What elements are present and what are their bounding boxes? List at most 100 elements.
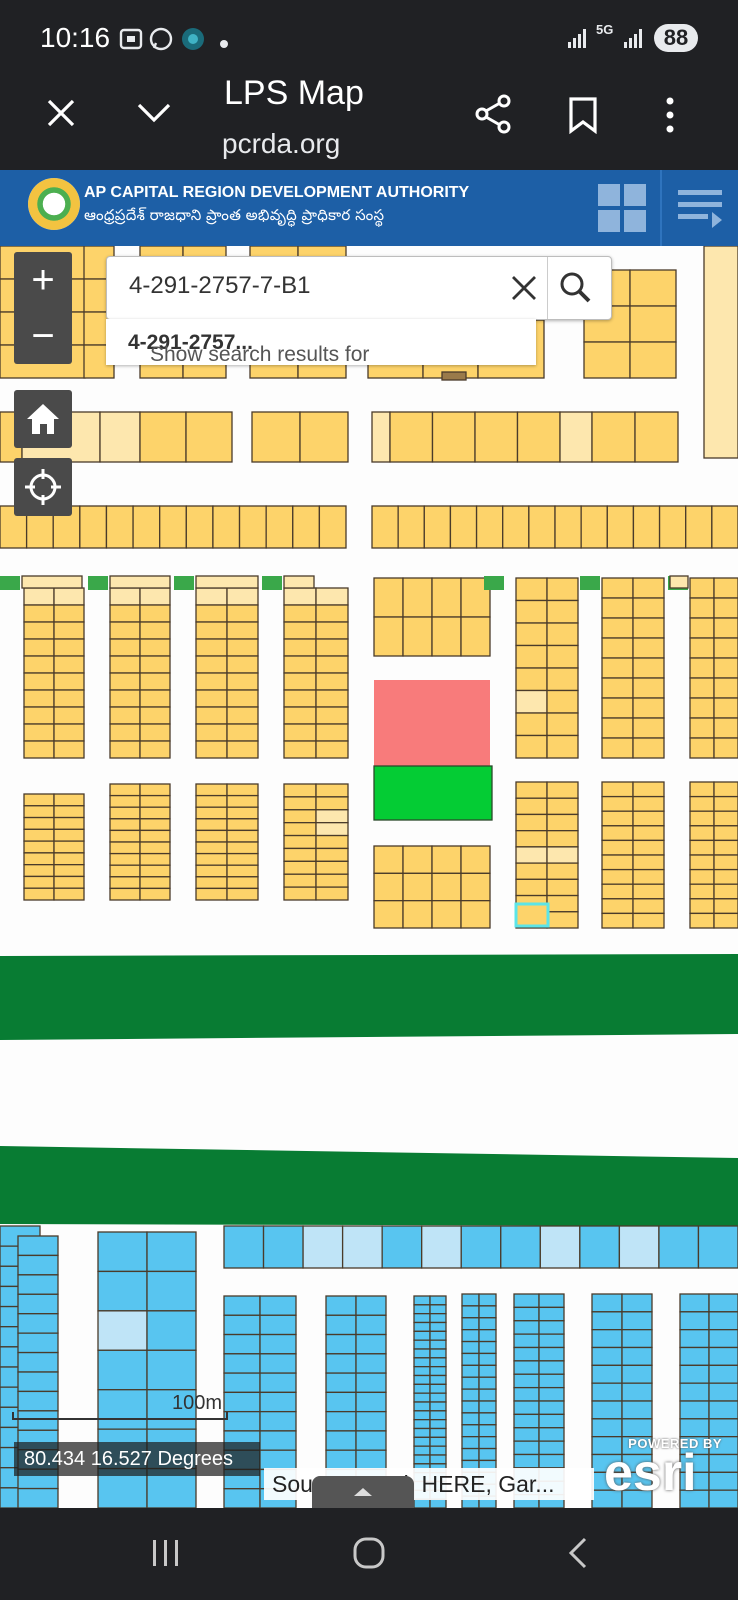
land-parcel[interactable]	[538, 1293, 565, 1309]
land-parcel[interactable]	[713, 637, 738, 659]
land-parcel[interactable]	[546, 577, 579, 602]
land-parcel[interactable]	[226, 794, 259, 808]
land-parcel[interactable]	[689, 597, 715, 619]
land-parcel[interactable]	[601, 737, 634, 759]
more-vert-icon[interactable]	[664, 96, 676, 139]
land-parcel[interactable]	[109, 829, 141, 843]
locate-button[interactable]	[14, 458, 72, 516]
land-parcel[interactable]	[251, 411, 301, 463]
land-parcel[interactable]	[23, 864, 55, 878]
land-parcel[interactable]	[461, 1352, 480, 1366]
land-parcel[interactable]	[513, 1386, 540, 1402]
land-parcel[interactable]	[538, 1440, 565, 1456]
land-parcel[interactable]	[23, 723, 55, 742]
land-parcel[interactable]	[109, 864, 141, 878]
land-parcel[interactable]	[223, 1295, 261, 1316]
land-parcel[interactable]	[429, 1383, 447, 1394]
land-parcel[interactable]	[259, 1314, 297, 1336]
land-parcel[interactable]	[355, 1430, 387, 1451]
land-parcel[interactable]	[591, 1382, 623, 1402]
land-parcel[interactable]	[283, 873, 317, 888]
land-parcel[interactable]	[223, 1372, 261, 1394]
land-parcel[interactable]	[371, 411, 391, 463]
land-parcel[interactable]	[679, 1329, 710, 1349]
land-parcel[interactable]	[513, 1400, 540, 1416]
land-parcel[interactable]	[591, 1311, 623, 1331]
land-parcel[interactable]	[292, 505, 321, 549]
land-parcel[interactable]	[17, 1371, 59, 1393]
attribution-toggle[interactable]	[312, 1476, 414, 1508]
land-parcel[interactable]	[601, 795, 634, 812]
land-parcel[interactable]	[238, 505, 267, 549]
land-parcel[interactable]	[515, 813, 548, 832]
land-parcel[interactable]	[413, 1357, 431, 1368]
land-parcel[interactable]	[283, 834, 317, 850]
land-parcel[interactable]	[513, 1373, 540, 1389]
land-parcel[interactable]	[461, 1340, 480, 1355]
land-parcel[interactable]	[658, 505, 687, 549]
land-parcel[interactable]	[373, 900, 404, 929]
land-parcel[interactable]	[402, 616, 433, 657]
land-parcel[interactable]	[461, 1305, 480, 1319]
land-parcel[interactable]	[299, 411, 349, 463]
land-parcel[interactable]	[402, 900, 433, 929]
land-parcel[interactable]	[413, 1392, 431, 1403]
land-parcel[interactable]	[713, 597, 738, 619]
land-parcel[interactable]	[413, 1366, 431, 1377]
land-parcel[interactable]	[708, 1293, 738, 1313]
land-parcel[interactable]	[460, 1225, 502, 1269]
land-parcel[interactable]	[355, 1391, 387, 1413]
land-parcel[interactable]	[109, 723, 141, 742]
land-parcel[interactable]	[516, 411, 561, 463]
land-parcel[interactable]	[139, 689, 171, 708]
land-parcel[interactable]	[325, 1333, 357, 1355]
land-parcel[interactable]	[539, 1225, 581, 1269]
land-parcel[interactable]	[634, 411, 679, 463]
land-parcel[interactable]	[546, 862, 579, 880]
land-parcel[interactable]	[315, 886, 349, 901]
land-parcel[interactable]	[315, 723, 349, 742]
land-parcel[interactable]	[591, 1418, 623, 1438]
land-parcel[interactable]	[23, 875, 55, 889]
land-parcel[interactable]	[513, 1306, 540, 1322]
land-parcel[interactable]	[515, 689, 548, 714]
land-parcel[interactable]	[713, 657, 738, 679]
land-parcel[interactable]	[105, 505, 134, 549]
land-parcel[interactable]	[632, 637, 665, 659]
land-parcel[interactable]	[17, 1332, 59, 1354]
land-parcel[interactable]	[109, 575, 171, 589]
land-parcel[interactable]	[109, 638, 141, 657]
land-parcel[interactable]	[601, 810, 634, 827]
highlighted-parcel-green[interactable]	[373, 765, 493, 821]
land-parcel[interactable]	[146, 1349, 197, 1391]
land-parcel[interactable]	[265, 505, 294, 549]
land-parcel[interactable]	[413, 1321, 431, 1332]
land-parcel[interactable]	[195, 621, 228, 640]
road-marker[interactable]	[88, 576, 108, 590]
land-parcel[interactable]	[546, 846, 579, 864]
land-parcel[interactable]	[632, 810, 665, 827]
land-parcel[interactable]	[429, 1419, 447, 1430]
land-parcel[interactable]	[538, 1400, 565, 1416]
land-parcel[interactable]	[461, 1329, 480, 1343]
land-parcel[interactable]	[283, 740, 317, 759]
land-parcel[interactable]	[713, 697, 738, 719]
land-parcel[interactable]	[513, 1320, 540, 1335]
land-parcel[interactable]	[259, 1391, 297, 1413]
land-parcel[interactable]	[708, 1382, 738, 1402]
land-parcel[interactable]	[195, 852, 228, 866]
land-parcel[interactable]	[139, 587, 171, 606]
land-parcel[interactable]	[226, 829, 259, 843]
land-parcel[interactable]	[402, 845, 433, 874]
land-parcel[interactable]	[461, 1317, 480, 1331]
search-input[interactable]	[127, 271, 491, 301]
land-parcel[interactable]	[283, 886, 317, 901]
land-parcel[interactable]	[583, 341, 631, 379]
land-parcel[interactable]	[629, 269, 677, 307]
land-parcel[interactable]	[632, 868, 665, 885]
land-parcel[interactable]	[513, 1413, 540, 1429]
land-parcel[interactable]	[413, 1304, 431, 1315]
land-parcel[interactable]	[139, 806, 171, 820]
land-parcel[interactable]	[17, 1487, 59, 1508]
land-parcel[interactable]	[109, 876, 141, 890]
